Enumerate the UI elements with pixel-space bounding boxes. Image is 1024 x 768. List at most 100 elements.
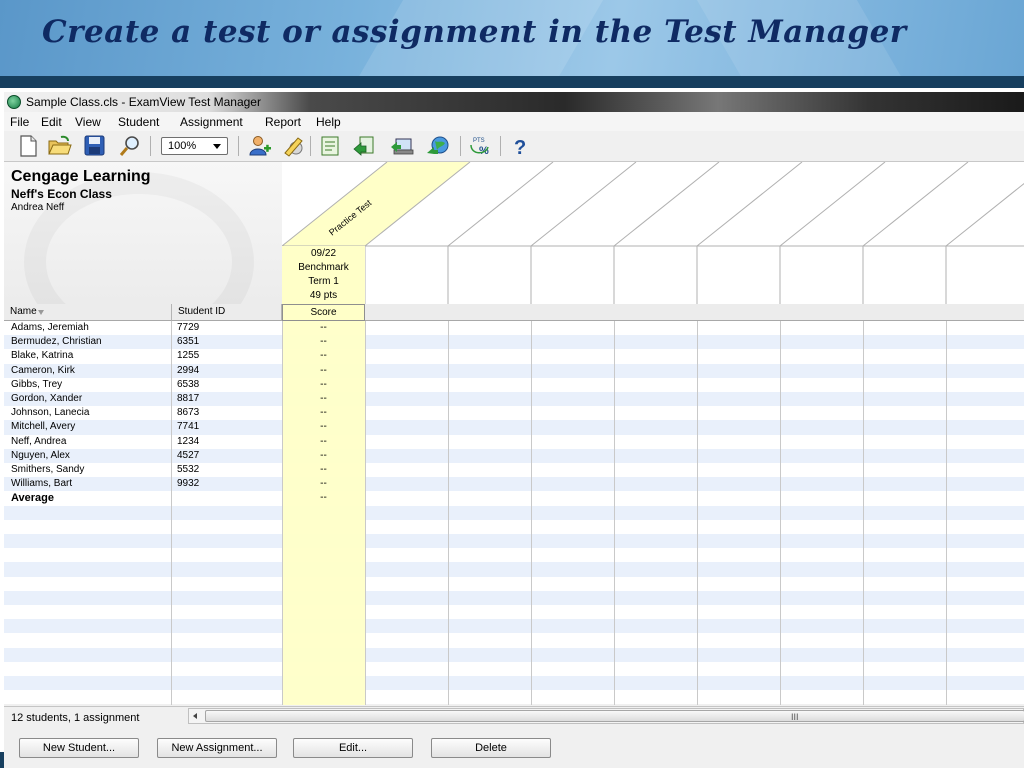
student-name[interactable]: Johnson, Lanecia [11,407,89,418]
grid-column-line [780,321,781,705]
student-id-column-header[interactable]: Student ID [172,304,282,321]
grid-stripe [4,576,1024,591]
grid-column-line [697,321,698,705]
delete-button[interactable]: Delete [431,738,551,758]
student-name[interactable]: Blake, Katrina [11,350,73,361]
student-score[interactable]: -- [282,365,365,376]
student-name[interactable]: Gordon, Xander [11,393,82,404]
assignment-date: 09/22 [310,248,337,259]
menu-report[interactable]: Report [265,115,301,129]
student-id[interactable]: 1255 [177,350,199,361]
student-score[interactable]: -- [282,436,365,447]
export-scores-icon[interactable] [390,135,414,157]
student-name[interactable]: Gibbs, Trey [11,379,62,390]
status-text: 12 students, 1 assignment [11,712,140,724]
window-titlebar[interactable]: Sample Class.cls - ExamView Test Manager [4,92,1024,112]
menu-help[interactable]: Help [316,115,341,129]
class-name: Neff's Econ Class [11,187,112,201]
edit-pencil-icon[interactable] [282,135,306,157]
menu-edit[interactable]: Edit [41,115,62,129]
student-name[interactable]: Williams, Bart [11,478,72,489]
new-assignment-button[interactable]: New Assignment... [157,738,277,758]
student-id[interactable]: 7729 [177,322,199,333]
menu-student[interactable]: Student [118,115,159,129]
student-id[interactable]: 8673 [177,407,199,418]
chevron-down-icon [213,144,221,149]
grid-stripe [4,321,1024,336]
grid-stripe [4,406,1024,421]
student-id[interactable]: 2994 [177,365,199,376]
student-name[interactable]: Bermudez, Christian [11,336,102,347]
pts-label: PTS [473,138,485,144]
student-name[interactable]: Nguyen, Alex [11,450,70,461]
menu-view[interactable]: View [75,115,101,129]
student-name[interactable]: Mitchell, Avery [11,421,75,432]
grid-stripe [4,363,1024,378]
find-magnifier-icon[interactable] [118,135,142,157]
student-score[interactable]: -- [282,464,365,475]
student-score[interactable]: -- [282,379,365,390]
grid-column-line [448,321,449,705]
scroll-left-icon[interactable] [193,713,197,719]
student-name[interactable]: Adams, Jeremiah [11,322,89,333]
grid-stripe [4,477,1024,492]
horizontal-scrollbar[interactable]: III [188,708,1024,724]
edit-button[interactable]: Edit... [293,738,413,758]
assignment-points: 49 pts [309,290,338,301]
slide-title: Create a test or assignment in the Test … [42,14,907,50]
student-id[interactable]: 8817 [177,393,199,404]
student-name[interactable]: Smithers, Sandy [11,464,84,475]
new-file-icon[interactable] [16,135,40,157]
app-icon [7,95,21,109]
student-id[interactable]: 6351 [177,336,199,347]
average-label: Average [11,492,55,505]
assignment-details: 09/22 Benchmark Term 1 49 pts [282,246,365,304]
student-score[interactable]: -- [282,450,365,461]
student-id[interactable]: 9932 [177,478,199,489]
student-id[interactable]: 7741 [177,421,199,432]
grid-stripe [4,335,1024,350]
zoom-dropdown[interactable]: 100% [161,137,228,155]
grid-column-line [531,321,532,705]
grid-stripe [4,605,1024,620]
scrollbar-thumb[interactable]: III [205,710,1024,722]
student-score[interactable]: -- [282,336,365,347]
assignment-term: Term 1 [308,276,339,287]
student-id[interactable]: 1234 [177,436,199,447]
add-student-icon[interactable] [248,135,272,157]
button-bar: New Student... New Assignment... Edit...… [4,728,1024,768]
online-globe-icon[interactable] [426,135,450,157]
student-name[interactable]: Cameron, Kirk [11,365,75,376]
student-score[interactable]: -- [282,478,365,489]
assignment-column-header[interactable] [282,162,470,246]
open-folder-icon[interactable] [48,135,72,157]
student-score[interactable]: -- [282,322,365,333]
grid-column-line [946,321,947,705]
help-question-icon[interactable]: ? [508,135,532,159]
student-score[interactable]: -- [282,407,365,418]
student-score[interactable]: -- [282,350,365,361]
student-name[interactable]: Neff, Andrea [11,436,66,447]
toolbar-separator [460,136,461,156]
student-score[interactable]: -- [282,393,365,404]
menu-file[interactable]: File [10,115,29,129]
name-column-header[interactable]: Name [4,304,172,321]
save-disk-icon[interactable] [82,135,106,157]
assignment-header-area: Practice Test [282,162,1024,304]
grid-column-line [614,321,615,705]
score-column-header[interactable]: Score [282,304,365,321]
student-id[interactable]: 6538 [177,379,199,390]
import-scores-icon[interactable] [352,135,376,157]
grid-stripe [4,434,1024,449]
assignment-report-icon[interactable] [318,135,342,157]
student-score[interactable]: -- [282,421,365,432]
grid-stripe [4,392,1024,407]
grid-stripe [4,519,1024,534]
student-id-header-label: Student ID [178,306,226,317]
student-id[interactable]: 5532 [177,464,199,475]
new-student-button[interactable]: New Student... [19,738,139,758]
toolbar: 100% PTS % ? [4,131,1024,162]
menu-assignment[interactable]: Assignment [180,115,243,129]
points-percent-icon[interactable]: PTS % [468,135,492,157]
student-id[interactable]: 4527 [177,450,199,461]
